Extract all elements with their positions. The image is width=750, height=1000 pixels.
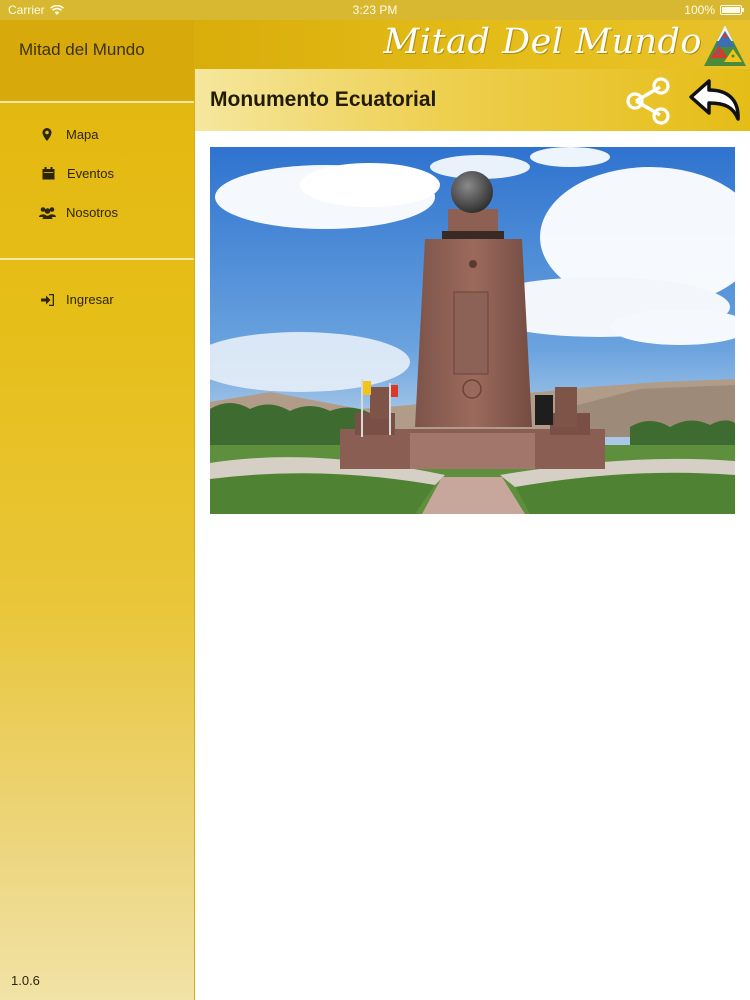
- version-label: 1.0.6: [11, 973, 40, 988]
- battery-percent: 100%: [684, 3, 715, 17]
- sidebar-header: Mitad del Mundo: [0, 20, 194, 103]
- sidebar-item-mapa[interactable]: Mapa: [0, 115, 194, 154]
- sidebar-secondary-menu: Ingresar: [0, 260, 194, 319]
- brand-logo-text: Mitad Del Mundo: [383, 22, 702, 62]
- status-bar: Carrier 3:23 PM 100%: [0, 0, 750, 20]
- sidebar-item-label: Ingresar: [66, 292, 114, 307]
- monument-photo: [210, 147, 735, 514]
- sign-in-icon: [38, 293, 56, 306]
- sidebar-menu: Mapa Eventos Nosotros: [0, 103, 194, 260]
- wifi-icon: [49, 4, 64, 15]
- status-right: 100%: [684, 3, 744, 17]
- sidebar-item-eventos[interactable]: Eventos: [0, 154, 194, 193]
- calendar-icon: [39, 167, 57, 180]
- carrier-label: Carrier: [8, 3, 45, 17]
- mountain-logo-icon: [704, 25, 746, 66]
- page-title: Monumento Ecuatorial: [210, 88, 437, 111]
- sidebar: Mitad del Mundo Mapa Eventos Nosotros In…: [0, 20, 195, 1000]
- back-arrow-icon[interactable]: [689, 79, 741, 123]
- share-icon[interactable]: [623, 77, 673, 125]
- main-content: [195, 131, 750, 1000]
- title-bar: Monumento Ecuatorial: [195, 69, 750, 131]
- sidebar-item-nosotros[interactable]: Nosotros: [0, 193, 194, 232]
- brand-bar: Mitad Del Mundo: [195, 20, 750, 69]
- sidebar-item-label: Mapa: [66, 127, 99, 142]
- sidebar-item-ingresar[interactable]: Ingresar: [0, 280, 194, 319]
- sidebar-item-label: Eventos: [67, 166, 114, 181]
- battery-icon: [720, 5, 744, 15]
- users-icon: [38, 206, 56, 219]
- sidebar-title: Mitad del Mundo: [19, 40, 145, 59]
- sidebar-item-label: Nosotros: [66, 205, 119, 220]
- status-time: 3:23 PM: [352, 3, 398, 17]
- status-left: Carrier: [8, 3, 64, 17]
- map-marker-icon: [38, 128, 56, 141]
